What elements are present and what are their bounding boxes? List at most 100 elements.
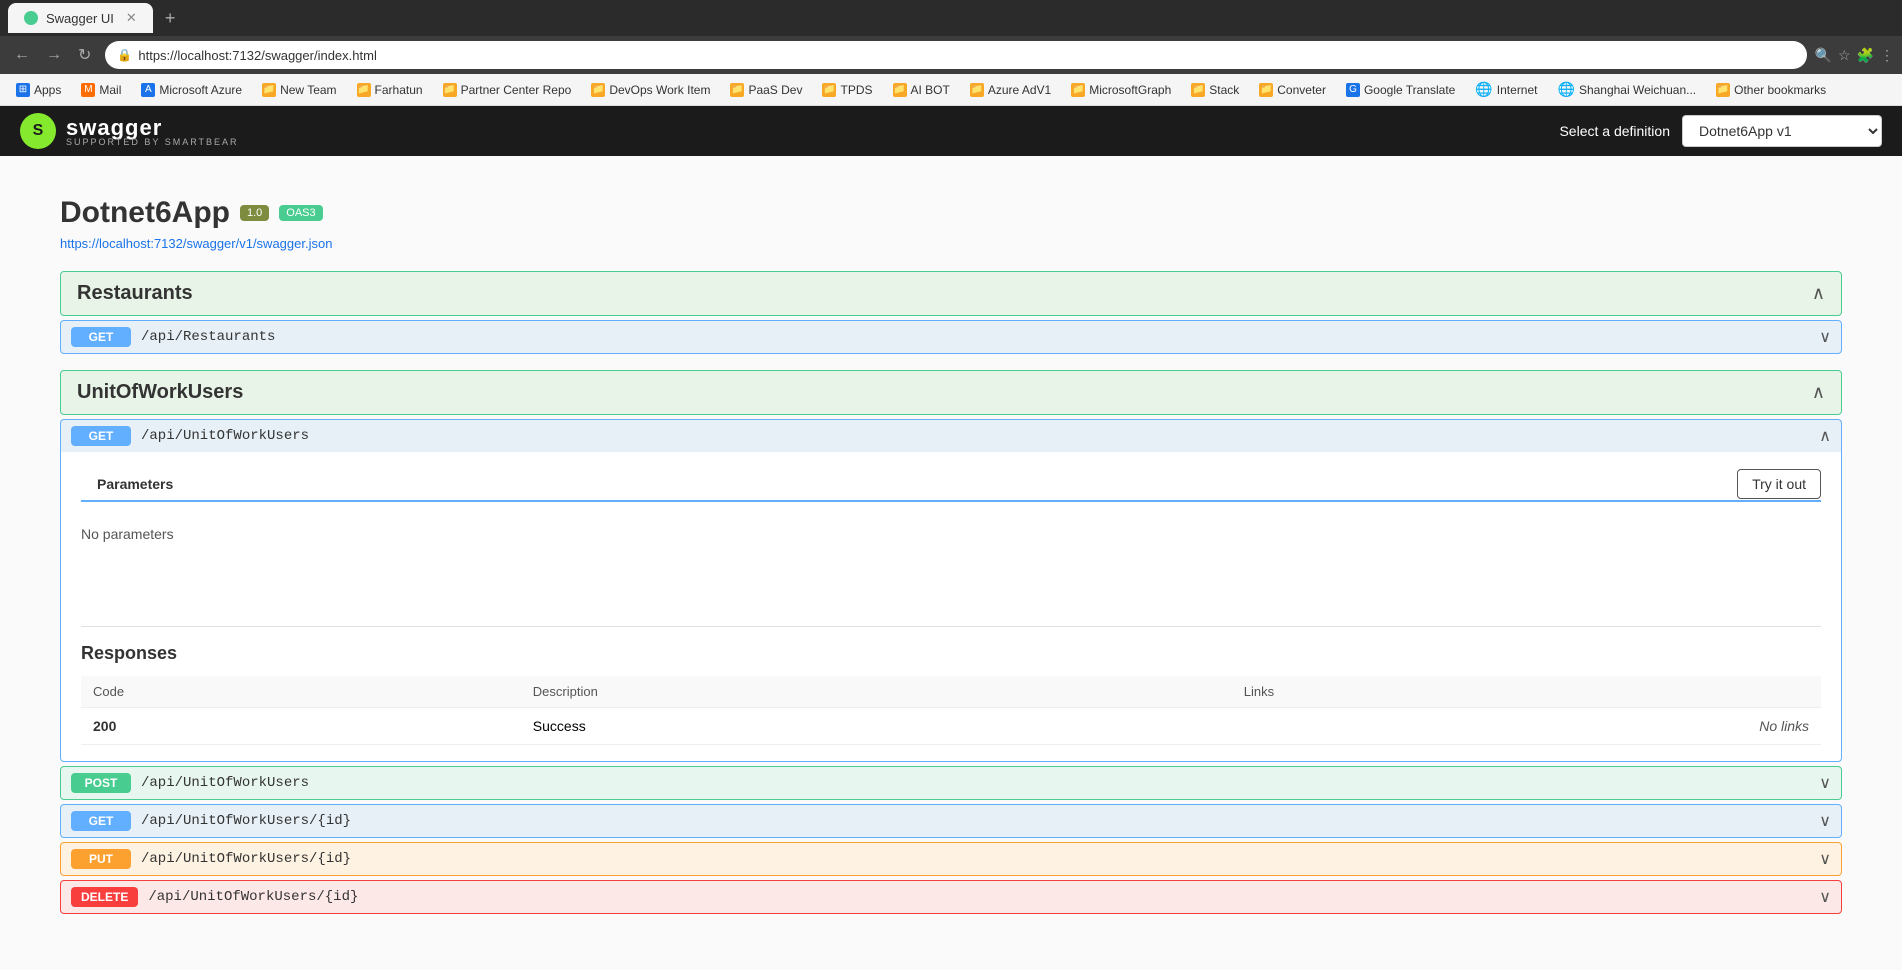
back-button[interactable]: ← [8, 44, 36, 66]
section-restaurants-header[interactable]: Restaurants ∧ [60, 271, 1842, 316]
bookmark-other[interactable]: 📁 Other bookmarks [1708, 81, 1834, 99]
msgraph-folder-icon: 📁 [1071, 83, 1085, 97]
page-wrapper: Swagger UI ✕ + ← → ↻ 🔒 https://localhost… [0, 0, 1902, 970]
bookmark-apps[interactable]: ⊞ Apps [8, 81, 69, 99]
bookmarks-bar: ⊞ Apps M Mail A Microsoft Azure 📁 New Te… [0, 74, 1902, 106]
bookmark-paas-label: PaaS Dev [748, 83, 802, 97]
bookmark-stack-label: Stack [1209, 83, 1239, 97]
refresh-button[interactable]: ↻ [72, 43, 97, 67]
devops-folder-icon: 📁 [591, 83, 605, 97]
bookmark-conveter[interactable]: 📁 Conveter [1251, 81, 1334, 99]
endpoint-row-get-unitofworkusers[interactable]: GET /api/UnitOfWorkUsers ∧ [60, 419, 1842, 452]
mail-icon: M [81, 83, 95, 97]
put-unitofworkusers-id-chevron-icon: ∨ [1819, 849, 1831, 869]
swagger-logo-sub: SUPPORTED BY SMARTBEAR [66, 137, 239, 147]
restaurants-expand-chevron-icon: ∨ [1819, 327, 1831, 347]
address-bar-row: ← → ↻ 🔒 https://localhost:7132/swagger/i… [0, 36, 1902, 74]
delete-badge-unitofworkusers-id: DELETE [71, 887, 138, 907]
browser-actions: 🔍 ☆ 🧩 ⋮ [1815, 47, 1894, 64]
bookmark-apps-label: Apps [34, 83, 61, 97]
aibot-folder-icon: 📁 [893, 83, 907, 97]
url-text: https://localhost:7132/swagger/index.htm… [138, 48, 376, 63]
bookmark-shanghai[interactable]: 🌐 Shanghai Weichuan... [1550, 79, 1705, 100]
bookmark-partner-center-label: Partner Center Repo [461, 83, 572, 97]
endpoint-path-delete-unitofworkusers-id: /api/UnitOfWorkUsers/{id} [148, 889, 1809, 905]
partner-center-folder-icon: 📁 [443, 83, 457, 97]
bookmark-azure-adv1[interactable]: 📁 Azure AdV1 [962, 81, 1059, 99]
conveter-folder-icon: 📁 [1259, 83, 1273, 97]
other-folder-icon: 📁 [1716, 83, 1730, 97]
bookmark-devops[interactable]: 📁 DevOps Work Item [583, 81, 718, 99]
bookmark-azure[interactable]: A Microsoft Azure [133, 81, 250, 99]
endpoint-row-put-unitofworkusers-id[interactable]: PUT /api/UnitOfWorkUsers/{id} ∨ [60, 842, 1842, 876]
bookmark-newteam[interactable]: 📁 New Team [254, 81, 344, 99]
endpoint-path-restaurants: /api/Restaurants [141, 329, 1809, 345]
col-links: Links [1232, 676, 1821, 708]
endpoint-path-unitofworkusers: /api/UnitOfWorkUsers [141, 428, 1809, 444]
endpoint-path-put-unitofworkusers-id: /api/UnitOfWorkUsers/{id} [141, 851, 1809, 867]
new-tab-button[interactable]: + [157, 6, 184, 31]
bookmark-internet[interactable]: 🌐 Internet [1467, 79, 1545, 100]
col-code: Code [81, 676, 521, 708]
bookmark-internet-label: Internet [1497, 83, 1538, 97]
endpoint-path-post-unitofworkusers: /api/UnitOfWorkUsers [141, 775, 1809, 791]
bookmark-farhatun-label: Farhatun [375, 83, 423, 97]
adv1-folder-icon: 📁 [970, 83, 984, 97]
select-definition-label: Select a definition [1559, 123, 1670, 139]
bookmark-devops-label: DevOps Work Item [609, 83, 710, 97]
bookmark-google-translate[interactable]: G Google Translate [1338, 81, 1463, 99]
section-unitofworkusers-header[interactable]: UnitOfWorkUsers ∧ [60, 370, 1842, 415]
bookmark-tpds-label: TPDS [840, 83, 872, 97]
address-bar[interactable]: 🔒 https://localhost:7132/swagger/index.h… [105, 41, 1806, 69]
endpoint-get-restaurants: GET /api/Restaurants ∨ [60, 320, 1842, 354]
bookmark-other-label: Other bookmarks [1734, 83, 1826, 97]
bookmark-tpds[interactable]: 📁 TPDS [814, 81, 880, 99]
unitofworkusers-expand-chevron-icon: ∧ [1819, 426, 1831, 446]
response-links-200: No links [1232, 708, 1821, 745]
menu-icon[interactable]: ⋮ [1880, 47, 1894, 64]
swagger-header: S swagger SUPPORTED BY SMARTBEAR Select … [0, 106, 1902, 156]
google-translate-icon: G [1346, 83, 1360, 97]
col-description: Description [521, 676, 1232, 708]
bookmark-mail[interactable]: M Mail [73, 81, 129, 99]
endpoint-row-delete-unitofworkusers-id[interactable]: DELETE /api/UnitOfWorkUsers/{id} ∨ [60, 880, 1842, 914]
bookmark-msgraph[interactable]: 📁 MicrosoftGraph [1063, 81, 1179, 99]
endpoint-row-get-unitofworkusers-id[interactable]: GET /api/UnitOfWorkUsers/{id} ∨ [60, 804, 1842, 838]
bookmark-mail-label: Mail [99, 83, 121, 97]
get-badge-restaurants: GET [71, 327, 131, 347]
tab-bar: Swagger UI ✕ + [0, 0, 1902, 36]
delete-unitofworkusers-id-chevron-icon: ∨ [1819, 887, 1831, 907]
swagger-json-link[interactable]: https://localhost:7132/swagger/v1/swagge… [60, 236, 1842, 251]
endpoint-expanded-get-unitofworkusers: Parameters Try it out No parameters Resp… [60, 452, 1842, 762]
endpoint-row-post-unitofworkusers[interactable]: POST /api/UnitOfWorkUsers ∨ [60, 766, 1842, 800]
response-description-200: Success [521, 708, 1232, 745]
active-tab[interactable]: Swagger UI ✕ [8, 3, 153, 33]
try-it-out-button[interactable]: Try it out [1737, 469, 1821, 499]
extensions-icon[interactable]: 🧩 [1857, 47, 1874, 64]
definition-select[interactable]: Dotnet6App v1 [1682, 115, 1882, 147]
browser-chrome: Swagger UI ✕ + ← → ↻ 🔒 https://localhost… [0, 0, 1902, 106]
endpoint-path-get-unitofworkusers-id: /api/UnitOfWorkUsers/{id} [141, 813, 1809, 829]
forward-button[interactable]: → [40, 44, 68, 66]
get-unitofworkusers-id-chevron-icon: ∨ [1819, 811, 1831, 831]
bookmark-farhatun[interactable]: 📁 Farhatun [349, 81, 431, 99]
response-row-200: 200 Success No links [81, 708, 1821, 745]
endpoint-row-get-restaurants[interactable]: GET /api/Restaurants ∨ [60, 320, 1842, 354]
star-icon[interactable]: ☆ [1838, 47, 1851, 64]
oas3-badge: OAS3 [279, 205, 322, 221]
put-badge-unitofworkusers-id: PUT [71, 849, 131, 869]
tab-close-icon[interactable]: ✕ [126, 10, 137, 26]
tab-favicon [24, 11, 38, 25]
parameters-tab[interactable]: Parameters [81, 468, 189, 502]
bookmark-azure-label: Microsoft Azure [159, 83, 242, 97]
swagger-logo-icon: S [20, 113, 56, 149]
responses-title: Responses [81, 643, 1821, 664]
bookmark-stack[interactable]: 📁 Stack [1183, 81, 1247, 99]
bookmark-aibot[interactable]: 📁 AI BOT [885, 81, 958, 99]
azure-icon: A [141, 83, 155, 97]
bookmark-paas[interactable]: 📁 PaaS Dev [722, 81, 810, 99]
zoom-icon[interactable]: 🔍 [1815, 47, 1832, 64]
endpoint-delete-unitofworkusers-id: DELETE /api/UnitOfWorkUsers/{id} ∨ [60, 880, 1842, 914]
swagger-def-selector: Select a definition Dotnet6App v1 [1559, 115, 1882, 147]
bookmark-partner-center[interactable]: 📁 Partner Center Repo [435, 81, 580, 99]
